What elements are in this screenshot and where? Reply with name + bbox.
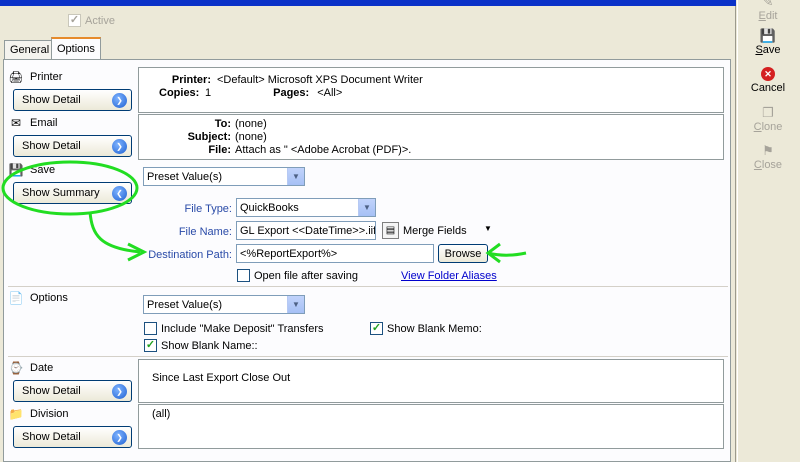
annotation-overlay [1,160,527,264]
annotation-browse-arrow [487,251,527,257]
annotation-circle [1,160,139,216]
